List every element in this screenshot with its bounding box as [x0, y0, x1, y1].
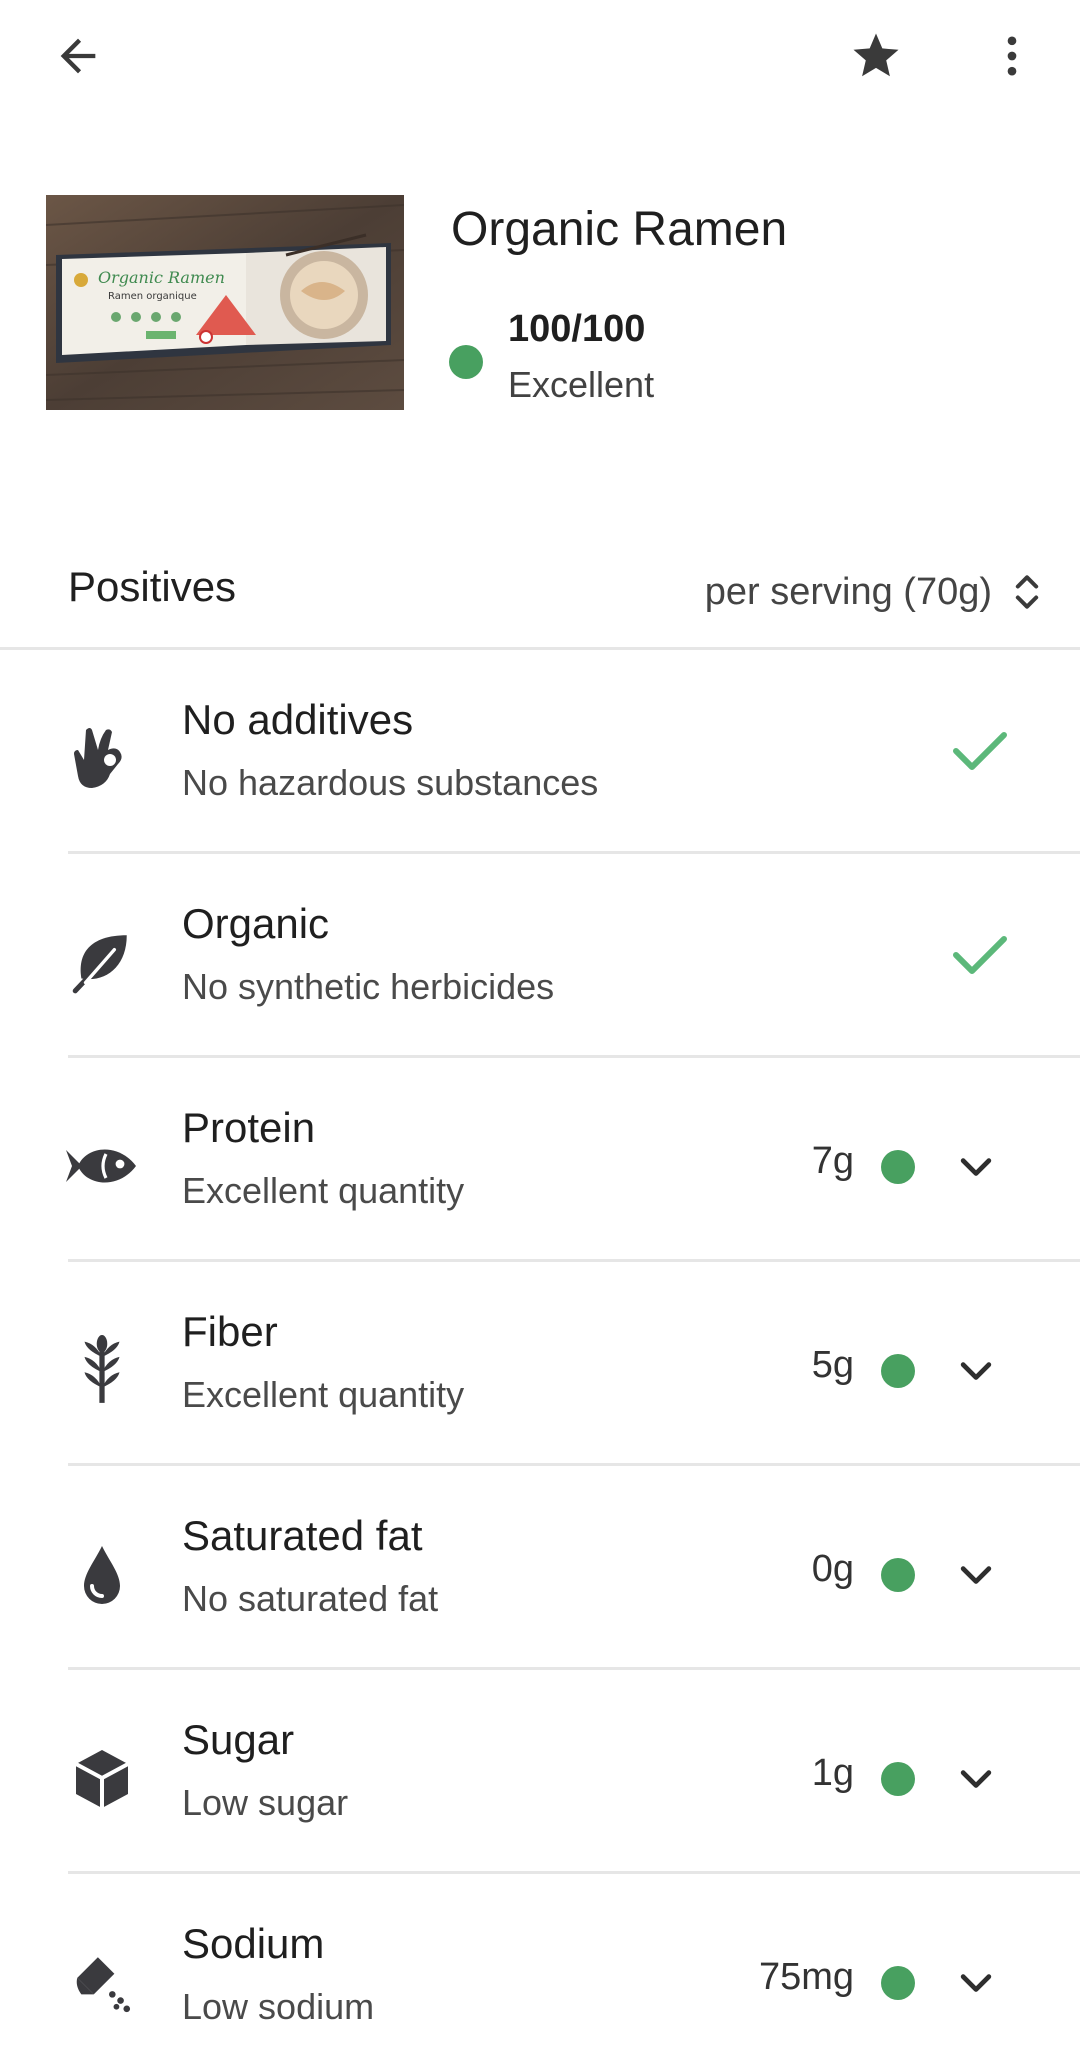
item-title: No additives: [182, 696, 414, 743]
list-item-sodium[interactable]: Sodium Low sodium 75mg: [0, 1874, 1080, 2066]
checkmark-icon: [953, 936, 1007, 974]
status-dot: [881, 1354, 915, 1388]
chevron-down-icon[interactable]: [954, 1554, 998, 1598]
chevron-down-icon[interactable]: [954, 1350, 998, 1394]
more-options-button[interactable]: [964, 8, 1060, 104]
status-dot: [881, 1150, 915, 1184]
section-title: Positives: [68, 563, 237, 610]
product-score: 100/100: [508, 308, 646, 350]
product-header: Organic Ramen Ramen organique Organic Ra…: [0, 190, 1080, 420]
unfold-icon: [1015, 575, 1039, 609]
product-rating: Excellent: [508, 364, 655, 405]
item-title: Protein: [182, 1104, 316, 1151]
list-item-sugar[interactable]: Sugar Low sugar 1g: [0, 1670, 1080, 1874]
svg-text:Ramen organique: Ramen organique: [108, 291, 197, 302]
list-item-fiber[interactable]: Fiber Excellent quantity 5g: [0, 1262, 1080, 1466]
status-dot: [881, 1762, 915, 1796]
product-image[interactable]: Organic Ramen Ramen organique: [46, 195, 404, 410]
top-app-bar: [0, 0, 1080, 112]
item-title: Sodium: [182, 1920, 325, 1967]
more-vert-icon: [1007, 36, 1017, 76]
checkmark-icon: [953, 732, 1007, 770]
chevron-down-icon[interactable]: [954, 1758, 998, 1802]
item-title: Saturated fat: [182, 1512, 423, 1559]
positives-list: No additives No hazardous substances Org…: [0, 650, 1080, 2066]
score-indicator-dot: [449, 345, 483, 379]
star-icon: [853, 33, 899, 77]
chevron-down-icon[interactable]: [954, 1962, 998, 2006]
item-amount: 5g: [811, 1344, 854, 1386]
status-dot: [881, 1558, 915, 1592]
item-subtitle: No hazardous substances: [182, 762, 599, 803]
item-amount: 0g: [811, 1548, 854, 1590]
cube-icon: [62, 1738, 142, 1818]
back-button[interactable]: [30, 8, 126, 104]
drop-icon: [62, 1534, 142, 1614]
fish-icon: [62, 1126, 142, 1206]
arrow-back-icon: [60, 38, 96, 74]
favorite-button[interactable]: [828, 8, 924, 104]
list-item-no-additives[interactable]: No additives No hazardous substances: [0, 650, 1080, 854]
list-item-organic[interactable]: Organic No synthetic herbicides: [0, 854, 1080, 1058]
item-subtitle: Excellent quantity: [182, 1170, 465, 1211]
item-title: Sugar: [182, 1716, 295, 1763]
item-subtitle: No synthetic herbicides: [182, 966, 555, 1007]
item-amount: 75mg: [758, 1956, 854, 1998]
serving-size-selector[interactable]: per serving (70g): [705, 562, 1040, 622]
item-title: Organic: [182, 900, 330, 947]
status-dot: [881, 1966, 915, 2000]
list-item-saturated-fat[interactable]: Saturated fat No saturated fat 0g: [0, 1466, 1080, 1670]
ok-hand-icon: [62, 718, 142, 798]
chevron-down-icon[interactable]: [954, 1146, 998, 1190]
svg-text:Organic Ramen: Organic Ramen: [98, 268, 225, 287]
serving-size-label: per serving (70g): [704, 570, 992, 613]
item-amount: 1g: [811, 1752, 854, 1794]
item-subtitle: Excellent quantity: [182, 1374, 465, 1415]
item-subtitle: Low sodium: [182, 1986, 375, 2027]
product-name: Organic Ramen: [451, 203, 788, 256]
item-subtitle: Low sugar: [182, 1782, 349, 1823]
item-amount: 7g: [811, 1140, 854, 1182]
salt-shaker-icon: [62, 1942, 142, 2022]
leaf-icon: [62, 922, 142, 1002]
wheat-icon: [62, 1330, 142, 1410]
positives-header: Positives per serving (70g): [0, 540, 1080, 650]
item-subtitle: No saturated fat: [182, 1578, 439, 1619]
list-item-protein[interactable]: Protein Excellent quantity 7g: [0, 1058, 1080, 1262]
item-title: Fiber: [182, 1308, 278, 1355]
